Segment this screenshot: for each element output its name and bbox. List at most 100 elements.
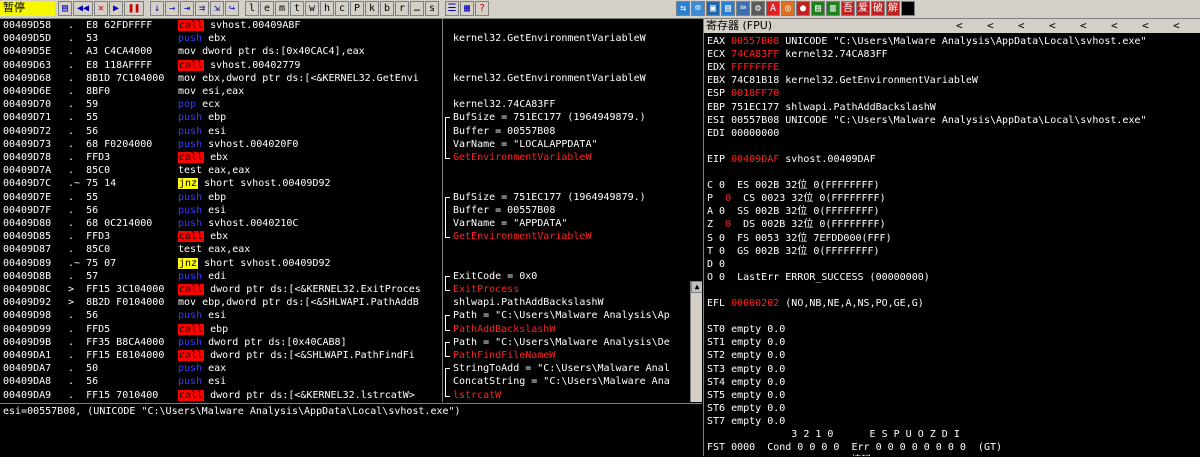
plugin-icon-2[interactable]: ⌧ [691, 1, 705, 16]
instruction-row[interactable]: test eax,eax [175, 164, 442, 177]
open-file-icon[interactable]: ▤ [58, 1, 72, 16]
register-value[interactable]: 00000000 [731, 128, 779, 139]
plugin-icon-11[interactable]: ▥ [826, 1, 840, 16]
registers-header: 寄存器 (FPU) < < < < < < < < [704, 19, 1200, 33]
trace-over-icon[interactable]: ⇉ [195, 1, 209, 16]
scroll-up-icon[interactable]: ▲ [691, 281, 702, 293]
trace-into-icon[interactable]: ⇥ [180, 1, 194, 16]
instruction-row[interactable]: mov ebx,dword ptr ds:[<&KERNEL32.GetEnvi [175, 72, 442, 85]
instruction-row[interactable]: push esi [175, 309, 442, 322]
instruction-row[interactable]: call svhost.00402779 [175, 59, 442, 72]
plugin-icon-15[interactable]: 解 [886, 1, 900, 16]
instruction-row[interactable]: push svhost.004020F0 [175, 138, 442, 151]
instruction-row[interactable]: mov dword ptr ds:[0x40CAC4],eax [175, 45, 442, 58]
cpu-window-button[interactable]: c [335, 1, 349, 16]
register-value[interactable]: 00557B08 [731, 36, 779, 47]
breakpoints-window-button[interactable]: b [380, 1, 394, 16]
plugin-icon-12[interactable]: 吾 [841, 1, 855, 16]
options-icon[interactable]: ☰ [445, 1, 459, 16]
execute-till-return-icon[interactable]: ⇲ [210, 1, 224, 16]
instruction-row[interactable]: call dword ptr ds:[<&SHLWAPI.PathFindFi [175, 349, 442, 362]
hex-bytes-cell: . FF15 7010400 [62, 389, 159, 401]
threads-window-button[interactable]: t [290, 1, 304, 16]
instruction-row[interactable]: call ebx [175, 230, 442, 243]
patches-window-button[interactable]: P [350, 1, 364, 16]
appearance-icon[interactable]: ▦ [460, 1, 474, 16]
instruction-row[interactable]: mov esi,eax [175, 85, 442, 98]
register-detail: empty 0.0 [725, 337, 786, 349]
instruction-row[interactable]: mov ebp,dword ptr ds:[<&SHLWAPI.PathAddB [175, 296, 442, 309]
instruction-row[interactable]: call dword ptr ds:[<&KERNEL32.ExitProces [175, 283, 442, 296]
register-nav-arrow-icon[interactable]: < [956, 19, 963, 33]
close-icon[interactable]: ✕ [94, 1, 108, 16]
plugin-icon-5[interactable]: ⌨ [736, 1, 750, 16]
register-nav-arrow-icon[interactable]: < [1173, 19, 1180, 33]
register-value[interactable]: 00409DAF [731, 154, 779, 165]
plugin-icon-8[interactable]: ◎ [781, 1, 795, 16]
instruction-row[interactable]: jnz short svhost.00409D92 [175, 177, 442, 190]
step-into-icon[interactable]: ↓ [150, 1, 164, 16]
register-nav-arrow-icon[interactable]: < [1018, 19, 1025, 33]
register-nav-arrow-icon[interactable]: < [987, 19, 994, 33]
plugin-icon-1[interactable]: ⇆ [676, 1, 690, 16]
run-icon[interactable]: ▶ [109, 1, 123, 16]
plugin-icon-3[interactable]: ▣ [706, 1, 720, 16]
plugin-icon-16[interactable] [901, 1, 915, 16]
vertical-scrollbar[interactable]: ▲ ▼ [690, 281, 702, 402]
instruction-row[interactable]: push ebx [175, 32, 442, 45]
call-stack-window-button[interactable]: k [365, 1, 379, 16]
register-value[interactable]: FFFFFFFE [731, 62, 779, 73]
plugin-icon-7[interactable]: A [766, 1, 780, 16]
source-window-button[interactable]: s [425, 1, 439, 16]
plugin-icon-6[interactable]: ⚙ [751, 1, 765, 16]
plugin-icon-13[interactable]: 爱 [856, 1, 870, 16]
instruction-row[interactable]: push ebp [175, 191, 442, 204]
instruction-row[interactable]: call ebx [175, 151, 442, 164]
register-nav-arrow-icon[interactable]: < [1111, 19, 1118, 33]
go-to-icon[interactable]: ↪ [225, 1, 239, 16]
register-detail: UNICODE "C:\Users\Malware Analysis\AppDa… [779, 36, 1147, 47]
instruction-row[interactable]: push eax [175, 362, 442, 375]
register-nav-arrow-icon[interactable]: < [1049, 19, 1056, 33]
registers-pane[interactable]: 寄存器 (FPU) < < < < < < < < EAX 00557B08 UNICODE … [703, 19, 1200, 456]
register-nav-arrow-icon[interactable]: < [1142, 19, 1149, 33]
register-nav-arrow-icon[interactable]: < [1080, 19, 1087, 33]
instruction-row[interactable]: call ebp [175, 323, 442, 336]
plugin-icon-4[interactable]: ▤ [721, 1, 735, 16]
modules-window-button[interactable]: e [260, 1, 274, 16]
register-value[interactable]: 751EC177 [731, 102, 779, 113]
disassembly-pane[interactable]: 00409D58 00409D5D 00409D5E 00409D63 00409D68… [0, 19, 702, 402]
step-over-icon[interactable]: → [165, 1, 179, 16]
register-value[interactable]: 00000202 [731, 298, 779, 309]
help-icon[interactable]: ? [475, 1, 489, 16]
register-value[interactable]: 74C81B18 [731, 75, 779, 86]
references-window-button[interactable]: r [395, 1, 409, 16]
plugin-icon-10[interactable]: ▤ [811, 1, 825, 16]
instruction-row[interactable]: push edi [175, 270, 442, 283]
instruction-row[interactable]: push ebp [175, 111, 442, 124]
windows-window-button[interactable]: w [305, 1, 319, 16]
register-value[interactable]: 0018FF70 [731, 88, 779, 99]
plugin-icon-9[interactable]: ● [796, 1, 810, 16]
mnemonic: mov [178, 86, 197, 97]
instruction-row[interactable]: call svhost.00409ABF [175, 19, 442, 32]
instruction-row[interactable]: jnz short svhost.00409D92 [175, 257, 442, 270]
instruction-row[interactable]: test eax,eax [175, 243, 442, 256]
instruction-row[interactable]: push esi [175, 375, 442, 388]
restart-icon[interactable]: ◀◀ [73, 1, 93, 16]
instruction-row[interactable]: push dword ptr ds:[0x40CAB8] [175, 336, 442, 349]
register-value[interactable]: 74CA83FF [731, 49, 779, 60]
instruction-row[interactable]: pop ecx [175, 98, 442, 111]
instruction-row[interactable]: call dword ptr ds:[<&KERNEL32.lstrcatW> [175, 389, 442, 402]
handles-window-button[interactable]: h [320, 1, 334, 16]
register-value[interactable]: 00557B08 [731, 115, 779, 126]
memory-window-button[interactable]: m [275, 1, 289, 16]
instruction-row[interactable]: push esi [175, 204, 442, 217]
log-window-button[interactable]: l [245, 1, 259, 16]
address-cell: 00409D58 [3, 20, 52, 31]
instruction-row[interactable]: push svhost.0040210C [175, 217, 442, 230]
instruction-row[interactable]: push esi [175, 125, 442, 138]
run-trace-window-button[interactable]: … [410, 1, 424, 16]
pause-icon[interactable]: ❚❚ [124, 1, 144, 16]
plugin-icon-14[interactable]: 破 [871, 1, 885, 16]
